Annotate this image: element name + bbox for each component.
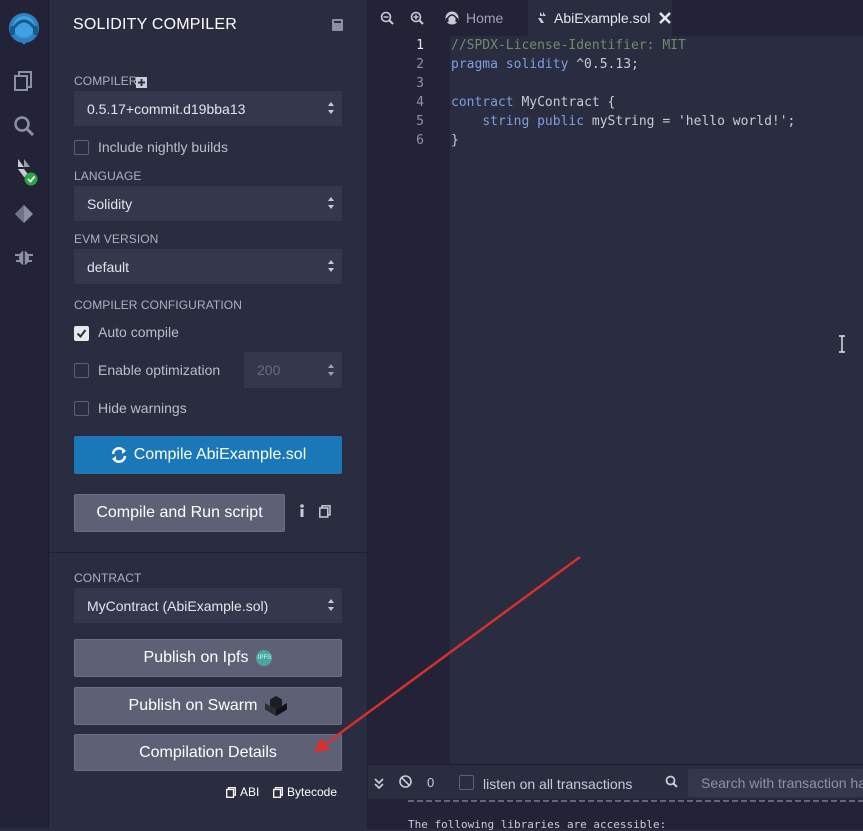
annotation-arrow xyxy=(314,555,581,752)
